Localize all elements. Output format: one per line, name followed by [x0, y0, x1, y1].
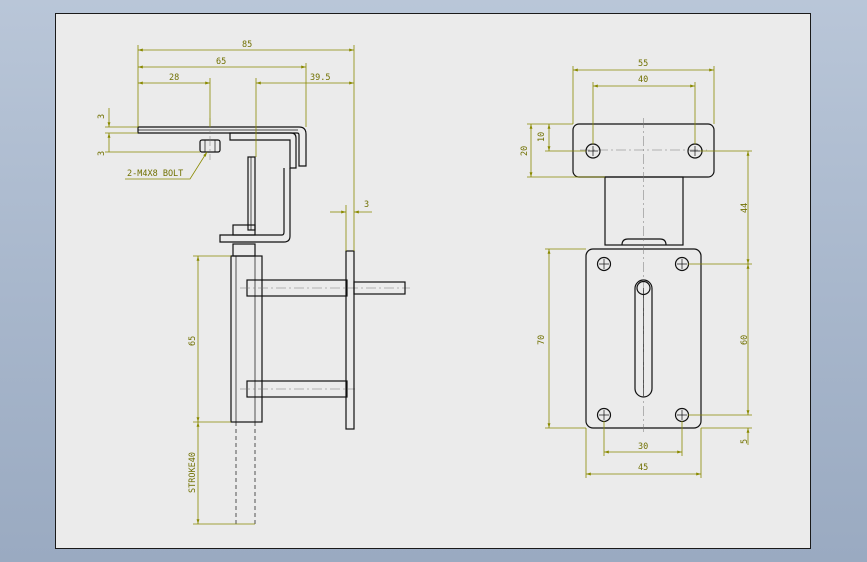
dim-bottom-offset: 5 — [740, 439, 750, 444]
dim-top-height: 20 — [520, 146, 530, 156]
dim-hole-offset: 10 — [537, 132, 547, 142]
cylinder-neck-front — [604, 176, 684, 246]
dim-overall-width: 85 — [242, 40, 252, 50]
dim-plate-width: 45 — [638, 463, 648, 473]
end-plate — [345, 250, 355, 430]
side-view-dimensions: 85 65 28 39.5 3 3 2-M4X8 BOLT 3 65 STROK… — [97, 40, 372, 525]
dim-upper-hole-spacing: 44 — [740, 203, 750, 213]
dim-top-width: 55 — [638, 59, 648, 69]
bracket-vertical-support — [247, 156, 256, 231]
plate-hole — [596, 407, 612, 423]
dim-stroke: STROKE40 — [188, 452, 198, 493]
plate-hole — [674, 407, 690, 423]
bracket-fold — [229, 132, 297, 169]
front-view-dimensions: 55 40 10 20 44 70 60 5 30 45 — [520, 59, 752, 478]
plate-hole — [674, 256, 690, 272]
dim-bolt-head: 3 — [97, 151, 107, 156]
dim-plate-thickness: 3 — [364, 200, 369, 210]
dim-top-thickness: 3 — [97, 114, 107, 119]
mount-hole — [687, 143, 703, 159]
bolt-note: 2-M4X8 BOLT — [127, 169, 183, 179]
dim-hole-pitch-top: 40 — [638, 75, 648, 85]
front-view — [572, 118, 715, 432]
plate-hole — [596, 256, 612, 272]
dim-lower-hole-pitch: 30 — [638, 442, 648, 452]
connector-top — [621, 238, 667, 246]
dim-plate-height: 70 — [537, 335, 547, 345]
dim-body-height: 65 — [188, 336, 198, 346]
technical-drawing: 85 65 28 39.5 3 3 2-M4X8 BOLT 3 65 STROK… — [97, 40, 752, 525]
mount-hole — [585, 143, 601, 159]
cad-viewport[interactable]: 85 65 28 39.5 3 3 2-M4X8 BOLT 3 65 STROK… — [0, 0, 867, 562]
dim-bolt-offset: 28 — [169, 73, 179, 83]
dim-bracket-width: 65 — [216, 57, 226, 67]
cylinder-neck — [232, 243, 256, 257]
dim-lower-hole-spacing: 60 — [740, 335, 750, 345]
dim-rod-offset: 39.5 — [310, 73, 330, 83]
